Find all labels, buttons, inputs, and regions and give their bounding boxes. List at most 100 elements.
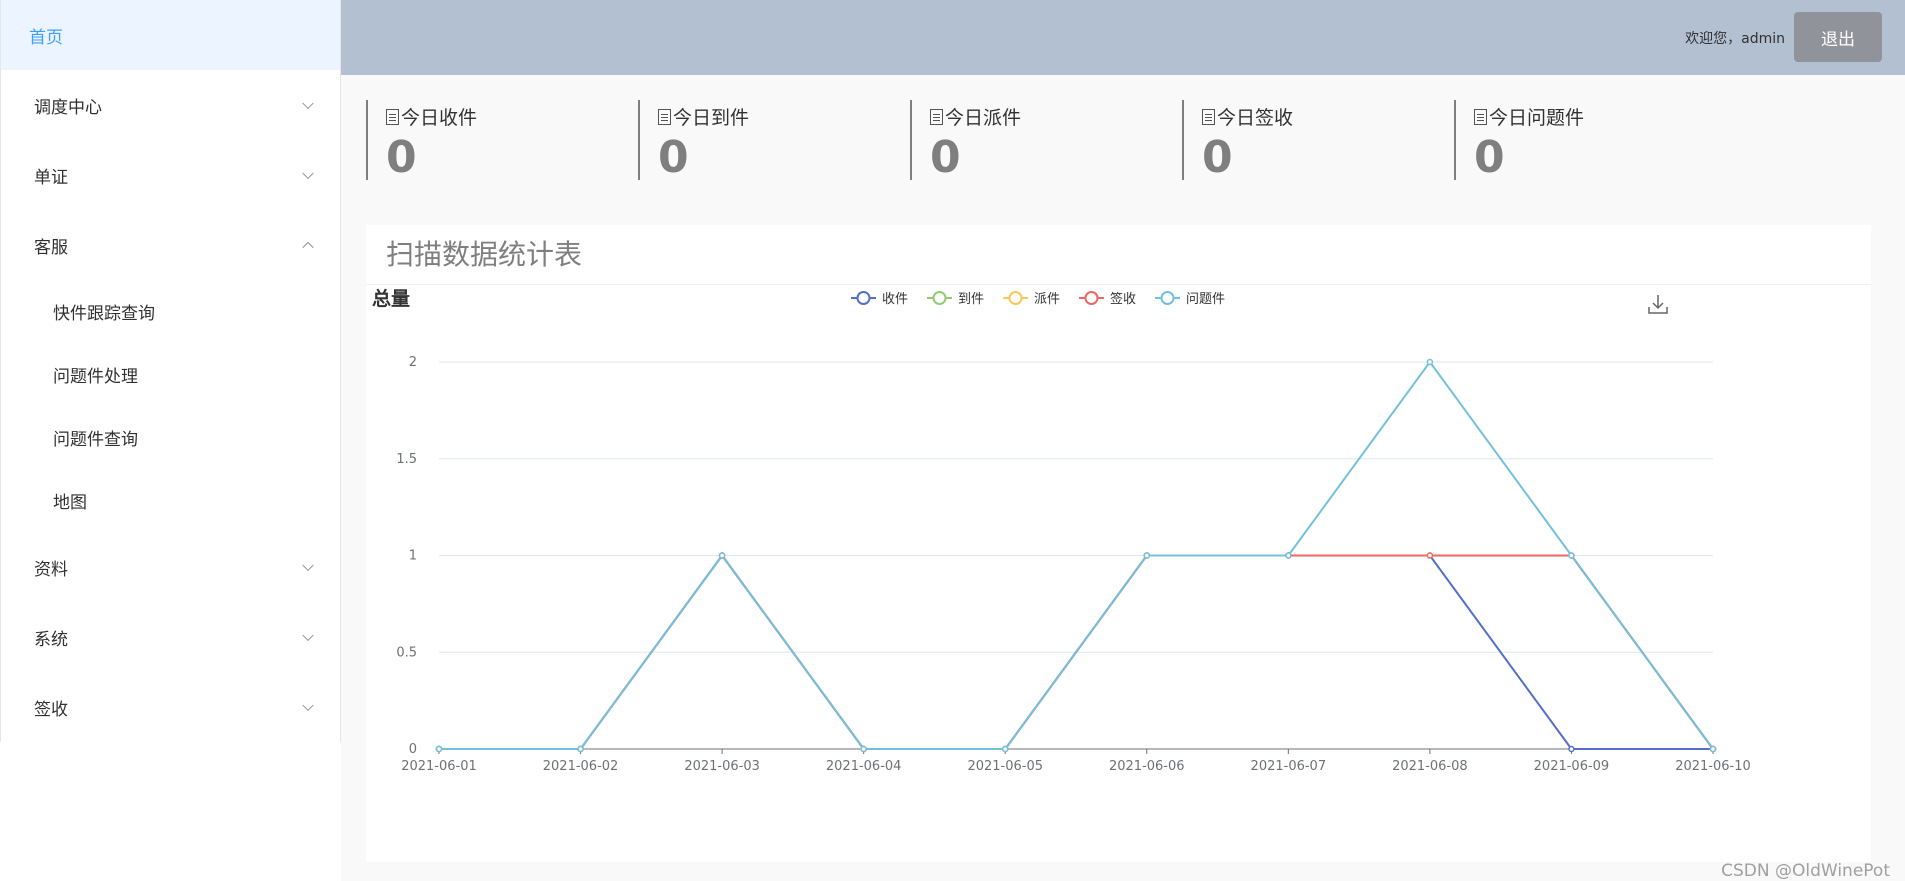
data-point: [1285, 552, 1292, 559]
chevron-up-icon: [302, 241, 314, 254]
sidebar-subitem-problem-query[interactable]: 问题件查询: [1, 406, 340, 469]
data-point: [718, 552, 726, 559]
data-point: [577, 745, 584, 753]
data-point: [435, 745, 443, 753]
stat-value: 0: [1474, 132, 1505, 183]
stat-card-arrived: 今日到件 0: [638, 100, 878, 183]
stat-value: 0: [930, 132, 961, 183]
data-point: [1709, 745, 1717, 753]
legend-marker: [1160, 291, 1175, 305]
stat-label-row: 今日收件: [386, 103, 606, 130]
stat-value: 0: [386, 132, 417, 183]
stat-label: 今日到件: [673, 107, 750, 129]
sidebar-subitem-label: 问题件处理: [53, 367, 138, 387]
document-icon: [658, 108, 671, 125]
data-point: [1568, 745, 1575, 753]
stat-label: 今日问题件: [1489, 107, 1585, 129]
y-tick-label: 0.5: [396, 645, 417, 660]
x-tick-label: 2021-06-03: [684, 759, 760, 774]
stat-card-dispatched: 今日派件 0: [910, 100, 1150, 183]
sidebar-subitem-label: 地图: [53, 493, 87, 513]
chevron-down-icon: [302, 629, 314, 642]
stat-card-problem: 今日问题件 0: [1454, 100, 1694, 183]
sidebar-subitem-map[interactable]: 地图: [1, 469, 340, 532]
chevron-down-icon: [302, 699, 314, 712]
stat-value: 0: [1202, 132, 1233, 183]
sidebar-item-label: 单证: [34, 167, 68, 188]
chart-title: 总量: [372, 287, 410, 310]
data-point: [1426, 552, 1434, 559]
sidebar-subitem-tracking-query[interactable]: 快件跟踪查询: [1, 280, 340, 343]
legend-marker: [1084, 291, 1099, 305]
legend-label: 问题件: [1186, 292, 1225, 307]
y-tick-label: 0: [409, 742, 417, 757]
x-tick-label: 2021-06-07: [1251, 759, 1327, 774]
data-point: [1426, 358, 1434, 366]
top-header: 欢迎您，admin 退出: [341, 0, 1905, 75]
stat-label-row: 今日问题件: [1474, 103, 1694, 130]
sidebar-item-label: 调度中心: [34, 97, 102, 118]
sidebar-item-label: 签收: [34, 699, 68, 720]
chart-panel: 扫描数据统计表 总量 0 0.5 1 1.5 2 2021-06-01 2021-06-02 2…: [366, 225, 1871, 862]
chevron-down-icon: [302, 167, 314, 180]
sidebar-item-home[interactable]: 首页: [1, 0, 340, 70]
sidebar-subitem-label: 快件跟踪查询: [53, 304, 155, 324]
legend-label: 收件: [882, 292, 908, 307]
stat-label-row: 今日派件: [930, 103, 1150, 130]
x-tick-label: 2021-06-06: [1109, 759, 1185, 774]
sidebar-subitem-problem-handling[interactable]: 问题件处理: [1, 343, 340, 406]
legend-label: 派件: [1034, 292, 1060, 307]
sidebar: 首页 调度中心 单证 客服 快件跟踪查询 问题件处理 问题件查询 地图 资料 系…: [0, 0, 341, 742]
y-tick-label: 1: [409, 549, 417, 564]
stat-card-signed: 今日签收 0: [1182, 100, 1422, 183]
data-point: [860, 745, 867, 753]
x-tick-label: 2021-06-01: [401, 759, 477, 774]
stat-value: 0: [658, 132, 689, 183]
legend-label: 到件: [958, 292, 984, 307]
x-tick-label: 2021-06-04: [826, 759, 902, 774]
panel-title: 扫描数据统计表: [366, 225, 1871, 285]
sidebar-item-label: 资料: [34, 559, 68, 580]
x-tick-label: 2021-06-08: [1392, 759, 1468, 774]
stat-label-row: 今日到件: [658, 103, 878, 130]
document-icon: [1202, 108, 1215, 125]
stat-label: 今日收件: [401, 107, 478, 129]
chevron-down-icon: [302, 97, 314, 110]
data-point: [1568, 552, 1575, 559]
main-content: 今日收件 0 今日到件 0 今日派件 0 今日签收 0 今日问题件 0 扫描数据…: [341, 75, 1905, 881]
logout-button[interactable]: 退出: [1794, 12, 1882, 62]
sidebar-item-dispatch-center[interactable]: 调度中心: [1, 70, 340, 140]
document-icon: [386, 108, 399, 125]
sidebar-item-label: 系统: [34, 629, 68, 650]
x-tick-label: 2021-06-05: [967, 759, 1043, 774]
sidebar-item-data[interactable]: 资料: [1, 532, 340, 602]
stat-card-received: 今日收件 0: [366, 100, 606, 183]
sidebar-item-documents[interactable]: 单证: [1, 140, 340, 210]
sidebar-item-customer-service[interactable]: 客服: [1, 210, 340, 280]
x-tick-label: 2021-06-02: [543, 759, 619, 774]
stat-label-row: 今日签收: [1202, 103, 1422, 130]
legend-marker: [856, 291, 871, 305]
data-point: [1143, 552, 1151, 559]
sidebar-item-signoff[interactable]: 签收: [1, 672, 340, 742]
stats-row: 今日收件 0 今日到件 0 今日派件 0 今日签收 0 今日问题件 0: [366, 100, 1730, 183]
data-point: [1001, 745, 1009, 753]
x-tick-label: 2021-06-10: [1675, 759, 1751, 774]
y-tick-label: 1.5: [396, 452, 417, 467]
sidebar-item-label: 首页: [29, 27, 63, 48]
sidebar-subitem-label: 问题件查询: [53, 430, 138, 450]
stat-label: 今日签收: [1217, 107, 1294, 129]
watermark: CSDN @OldWinePot: [1721, 861, 1890, 881]
legend-label: 签收: [1110, 291, 1136, 307]
x-tick-label: 2021-06-09: [1534, 759, 1610, 774]
stat-label: 今日派件: [945, 107, 1022, 129]
sidebar-item-label: 客服: [34, 237, 68, 258]
download-icon[interactable]: [1648, 295, 1668, 314]
legend-marker: [932, 291, 947, 305]
legend-marker: [1008, 291, 1023, 305]
y-tick-label: 2: [409, 355, 417, 370]
document-icon: [1474, 108, 1487, 125]
sidebar-item-system[interactable]: 系统: [1, 602, 340, 672]
chevron-down-icon: [302, 559, 314, 572]
line-chart: 总量 0 0.5 1 1.5 2 2021-06-01 2021-06-02 2021-06-0…: [372, 287, 1751, 774]
